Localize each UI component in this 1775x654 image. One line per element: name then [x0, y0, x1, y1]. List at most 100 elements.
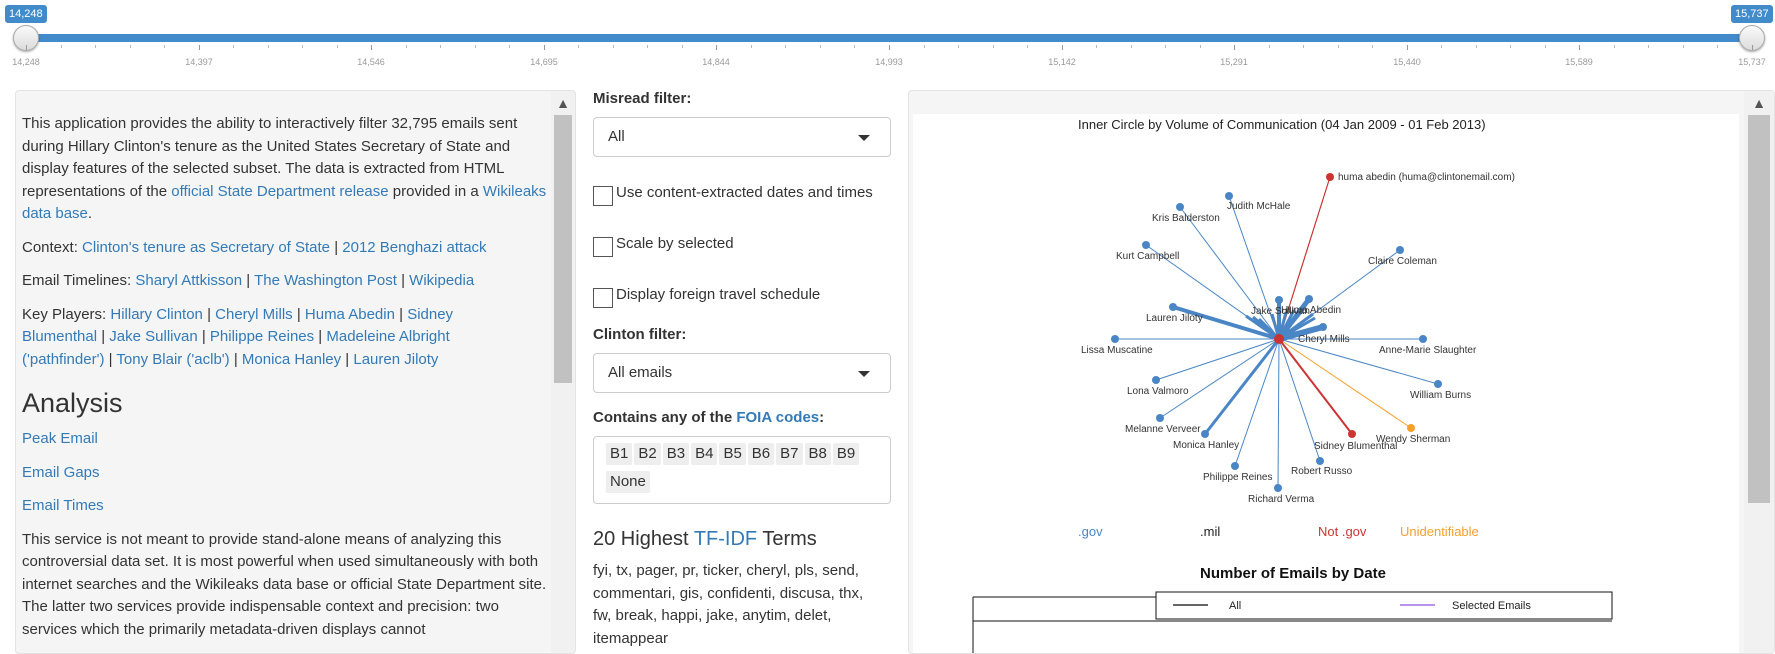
network-node-label: Judith McHale: [1227, 201, 1291, 212]
slider-tick: [440, 45, 441, 48]
network-node: [1225, 192, 1233, 200]
separator: |: [97, 328, 110, 345]
network-node: [1274, 484, 1282, 492]
foia-code-chip[interactable]: B8: [804, 443, 831, 465]
misread-filter-select[interactable]: All: [593, 117, 891, 157]
timeline-link-wikipedia[interactable]: Wikipedia: [409, 272, 474, 289]
network-node: [1326, 173, 1334, 181]
slider-tick: [337, 45, 338, 48]
separator: |: [314, 328, 327, 345]
email-gaps-link[interactable]: Email Gaps: [22, 464, 100, 481]
foia-code-chip[interactable]: B7: [776, 443, 803, 465]
slider-tick-label: 15,440: [1393, 57, 1421, 67]
content-dates-checkbox[interactable]: Use content-extracted dates and times: [593, 184, 873, 206]
slider-tick: [889, 45, 890, 50]
slider-tick: [475, 45, 476, 48]
scroll-up-arrow-icon[interactable]: ▲: [551, 91, 575, 113]
scale-by-selected-checkbox[interactable]: Scale by selected: [593, 235, 734, 257]
slider-tick: [199, 45, 200, 50]
slider-tick: [682, 45, 683, 48]
chevron-down-icon: [858, 135, 870, 141]
slider-tick: [268, 45, 269, 48]
players-paragraph: Key Players: Hillary Clinton | Cheryl Mi…: [22, 304, 552, 372]
foia-code-chip[interactable]: B2: [634, 443, 661, 465]
slider-tick-label: 14,546: [357, 57, 385, 67]
player-link-sullivan[interactable]: Jake Sullivan: [109, 328, 197, 345]
filter-panel: Misread filter: All Use content-extracte…: [593, 90, 893, 654]
date-range-slider[interactable]: 14,248 15,737 14,248 14,397 14,546 14,695 14…: [0, 0, 1775, 76]
scrollbar-thumb[interactable]: [1748, 115, 1770, 503]
network-node: [1142, 241, 1150, 249]
context-label: Context:: [22, 238, 83, 256]
player-link-reines[interactable]: Philippe Reines: [210, 328, 314, 345]
network-edge: [1277, 338, 1280, 489]
separator: |: [292, 305, 305, 323]
scrollbar-thumb[interactable]: [554, 115, 572, 383]
benghazi-link[interactable]: 2012 Benghazi attack: [342, 239, 486, 256]
timeline-link-attkisson[interactable]: Sharyl Attkisson: [135, 272, 242, 289]
checkbox-icon[interactable]: [593, 288, 613, 308]
foia-code-chip[interactable]: B1: [606, 443, 633, 465]
slider-tick: [61, 45, 62, 48]
players-label: Key Players:: [22, 305, 111, 323]
foia-code-chip[interactable]: B6: [747, 443, 775, 465]
clinton-filter-value: All emails: [608, 364, 673, 381]
network-node-label: Kris Balderston: [1152, 213, 1220, 224]
player-link-blair[interactable]: Tony Blair ('aclb'): [116, 351, 229, 368]
slider-bar[interactable]: [26, 34, 1752, 42]
foia-prefix: Contains any of the: [593, 409, 737, 426]
bydate-legend-all-label: All: [1229, 600, 1241, 612]
tenure-link[interactable]: Clinton's tenure as Secretary of State: [82, 239, 330, 256]
timelines-paragraph: Email Timelines: Sharyl Attkisson | The …: [22, 270, 552, 293]
separator: |: [197, 328, 210, 345]
slider-tick: [1372, 45, 1373, 48]
foia-code-chip[interactable]: B5: [719, 443, 746, 465]
slider-to-value: 15,737: [1731, 5, 1773, 23]
player-link-hanley[interactable]: Monica Hanley: [242, 351, 341, 368]
foia-code-chip[interactable]: None: [606, 471, 650, 493]
network-node: [1176, 203, 1184, 211]
network-node: [1348, 430, 1356, 438]
slider-tick: [130, 45, 131, 48]
left-panel-scrollbar[interactable]: ▲: [551, 91, 575, 653]
separator: |: [330, 238, 343, 256]
player-link-clinton[interactable]: Hillary Clinton: [110, 306, 203, 323]
email-times-link[interactable]: Email Times: [22, 497, 104, 514]
network-node: [1434, 380, 1442, 388]
peak-email-link[interactable]: Peak Email: [22, 430, 98, 447]
network-node-label: Kurt Campbell: [1116, 251, 1179, 262]
player-link-jiloty[interactable]: Lauren Jiloty: [353, 351, 438, 368]
player-link-mills[interactable]: Cheryl Mills: [215, 306, 293, 323]
checkbox-icon[interactable]: [593, 186, 613, 206]
foia-codes-link[interactable]: FOIA codes: [736, 409, 819, 426]
network-node-label: Melanne Verveer: [1125, 424, 1201, 435]
player-link-abedin[interactable]: Huma Abedin: [305, 306, 395, 323]
clinton-filter-select[interactable]: All emails: [593, 353, 891, 393]
network-node-label: Huma Abedin: [1281, 305, 1341, 316]
foia-code-chip[interactable]: B9: [832, 443, 860, 465]
network-node: [1275, 296, 1283, 304]
state-dept-release-link[interactable]: official State Department release: [171, 183, 388, 200]
intro-paragraph: This application provides the ability to…: [22, 113, 552, 226]
slider-tick-label: 14,844: [702, 57, 730, 67]
scroll-up-arrow-icon[interactable]: ▲: [1744, 91, 1774, 113]
separator: |: [394, 305, 408, 323]
separator: |: [229, 350, 242, 368]
foia-code-chip[interactable]: B4: [691, 443, 718, 465]
foia-code-chip[interactable]: B3: [662, 443, 690, 465]
slider-tick-label: 15,142: [1048, 57, 1076, 67]
foia-codes-select[interactable]: B1 B2 B3 B4 B5 B6 B7 B8 B9 None: [593, 436, 891, 504]
slider-tick-label: 15,737: [1738, 57, 1766, 67]
network-node: [1201, 430, 1209, 438]
timeline-link-wapo[interactable]: The Washington Post: [254, 272, 397, 289]
checkbox-icon[interactable]: [593, 237, 613, 257]
tfidf-link[interactable]: TF-IDF: [694, 528, 757, 550]
network-title: Inner Circle by Volume of Communication …: [1078, 117, 1486, 132]
separator: |: [242, 272, 255, 289]
context-paragraph: Context: Clinton's tenure as Secretary o…: [22, 237, 552, 260]
network-legend-item: Unidentifiable: [1400, 524, 1479, 539]
intro-text-3: .: [87, 205, 93, 222]
slider-tick: [924, 45, 925, 48]
travel-schedule-checkbox[interactable]: Display foreign travel schedule: [593, 286, 820, 308]
right-panel-scrollbar[interactable]: ▲: [1744, 91, 1774, 653]
